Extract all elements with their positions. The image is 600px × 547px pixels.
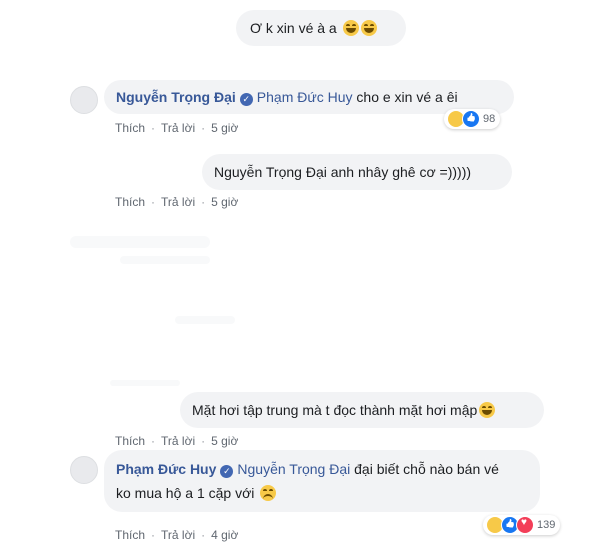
comment-text-5b: ko mua hộ a 1 cặp với bbox=[116, 485, 255, 501]
reaction-summary[interactable]: 98 bbox=[444, 109, 501, 129]
timestamp[interactable]: 5 giờ bbox=[211, 121, 238, 135]
reaction-summary[interactable]: 139 bbox=[483, 515, 561, 535]
reply-link[interactable]: Trả lời bbox=[161, 195, 195, 209]
laughing-emoji-icon bbox=[479, 402, 496, 418]
timestamp[interactable]: 4 giờ bbox=[211, 528, 238, 542]
comment-text-4: Mặt hơi tập trung mà t đọc thành mặt hơi… bbox=[192, 402, 478, 418]
comment-mention[interactable]: Nguyễn Trọng Đại bbox=[237, 461, 350, 477]
comment-text-2: cho e xin vé a êi bbox=[356, 89, 458, 105]
timestamp[interactable]: 5 giờ bbox=[211, 195, 238, 209]
verified-badge-icon: ✓ bbox=[239, 93, 253, 106]
hidden-comment-placeholder bbox=[120, 256, 210, 264]
sad-emoji-icon bbox=[260, 485, 277, 501]
comment-text-3: Nguyễn Trọng Đại anh nhây ghê cơ =))))) bbox=[214, 164, 472, 180]
comment-author[interactable]: Nguyễn Trọng Đại bbox=[116, 89, 236, 105]
reaction-count: 98 bbox=[483, 113, 496, 125]
reply-link[interactable]: Trả lời bbox=[161, 528, 195, 542]
like-link[interactable]: Thích bbox=[115, 195, 145, 209]
laughing-emoji-icon bbox=[360, 20, 377, 36]
comment-mention[interactable]: Phạm Đức Huy bbox=[257, 89, 353, 105]
hidden-comment-placeholder bbox=[70, 236, 210, 248]
comment-bubble-4: Mặt hơi tập trung mà t đọc thành mặt hơi… bbox=[180, 392, 544, 428]
comment-actions: Thích · Trả lời · 5 giờ bbox=[115, 434, 239, 448]
comment-bubble-5: Phạm Đức Huy ✓ Nguyễn Trọng Đại đại biết c… bbox=[104, 450, 540, 512]
like-link[interactable]: Thích bbox=[115, 528, 145, 542]
timestamp[interactable]: 5 giờ bbox=[211, 434, 238, 448]
reply-link[interactable]: Trả lời bbox=[161, 121, 195, 135]
like-reaction-icon bbox=[462, 110, 480, 128]
reply-link[interactable]: Trả lời bbox=[161, 434, 195, 448]
comment-author[interactable]: Phạm Đức Huy bbox=[116, 461, 216, 477]
like-link[interactable]: Thích bbox=[115, 121, 145, 135]
avatar-nguyen-trong-dai[interactable] bbox=[70, 86, 98, 114]
hidden-comment-placeholder bbox=[110, 380, 180, 386]
love-reaction-icon bbox=[516, 516, 534, 534]
avatar-pham-duc-huy[interactable] bbox=[70, 456, 98, 484]
laughing-emoji-icon bbox=[342, 20, 359, 36]
comment-actions: Thích · Trả lời · 4 giờ bbox=[115, 528, 239, 542]
comment-bubble-3: Nguyễn Trọng Đại anh nhây ghê cơ =))))) bbox=[202, 154, 512, 190]
comment-text-1: Ơ k xin vé à a bbox=[250, 20, 337, 36]
comment-actions: Thích · Trả lời · 5 giờ bbox=[115, 195, 239, 209]
comment-bubble-1: Ơ k xin vé à a bbox=[236, 10, 406, 46]
hidden-comment-placeholder bbox=[175, 316, 235, 324]
like-link[interactable]: Thích bbox=[115, 434, 145, 448]
reaction-count: 139 bbox=[537, 519, 556, 531]
verified-badge-icon: ✓ bbox=[220, 465, 234, 478]
comment-text-5a: đại biết chỗ nào bán vé bbox=[354, 461, 499, 477]
comment-actions: Thích · Trả lời · 5 giờ bbox=[115, 121, 239, 135]
